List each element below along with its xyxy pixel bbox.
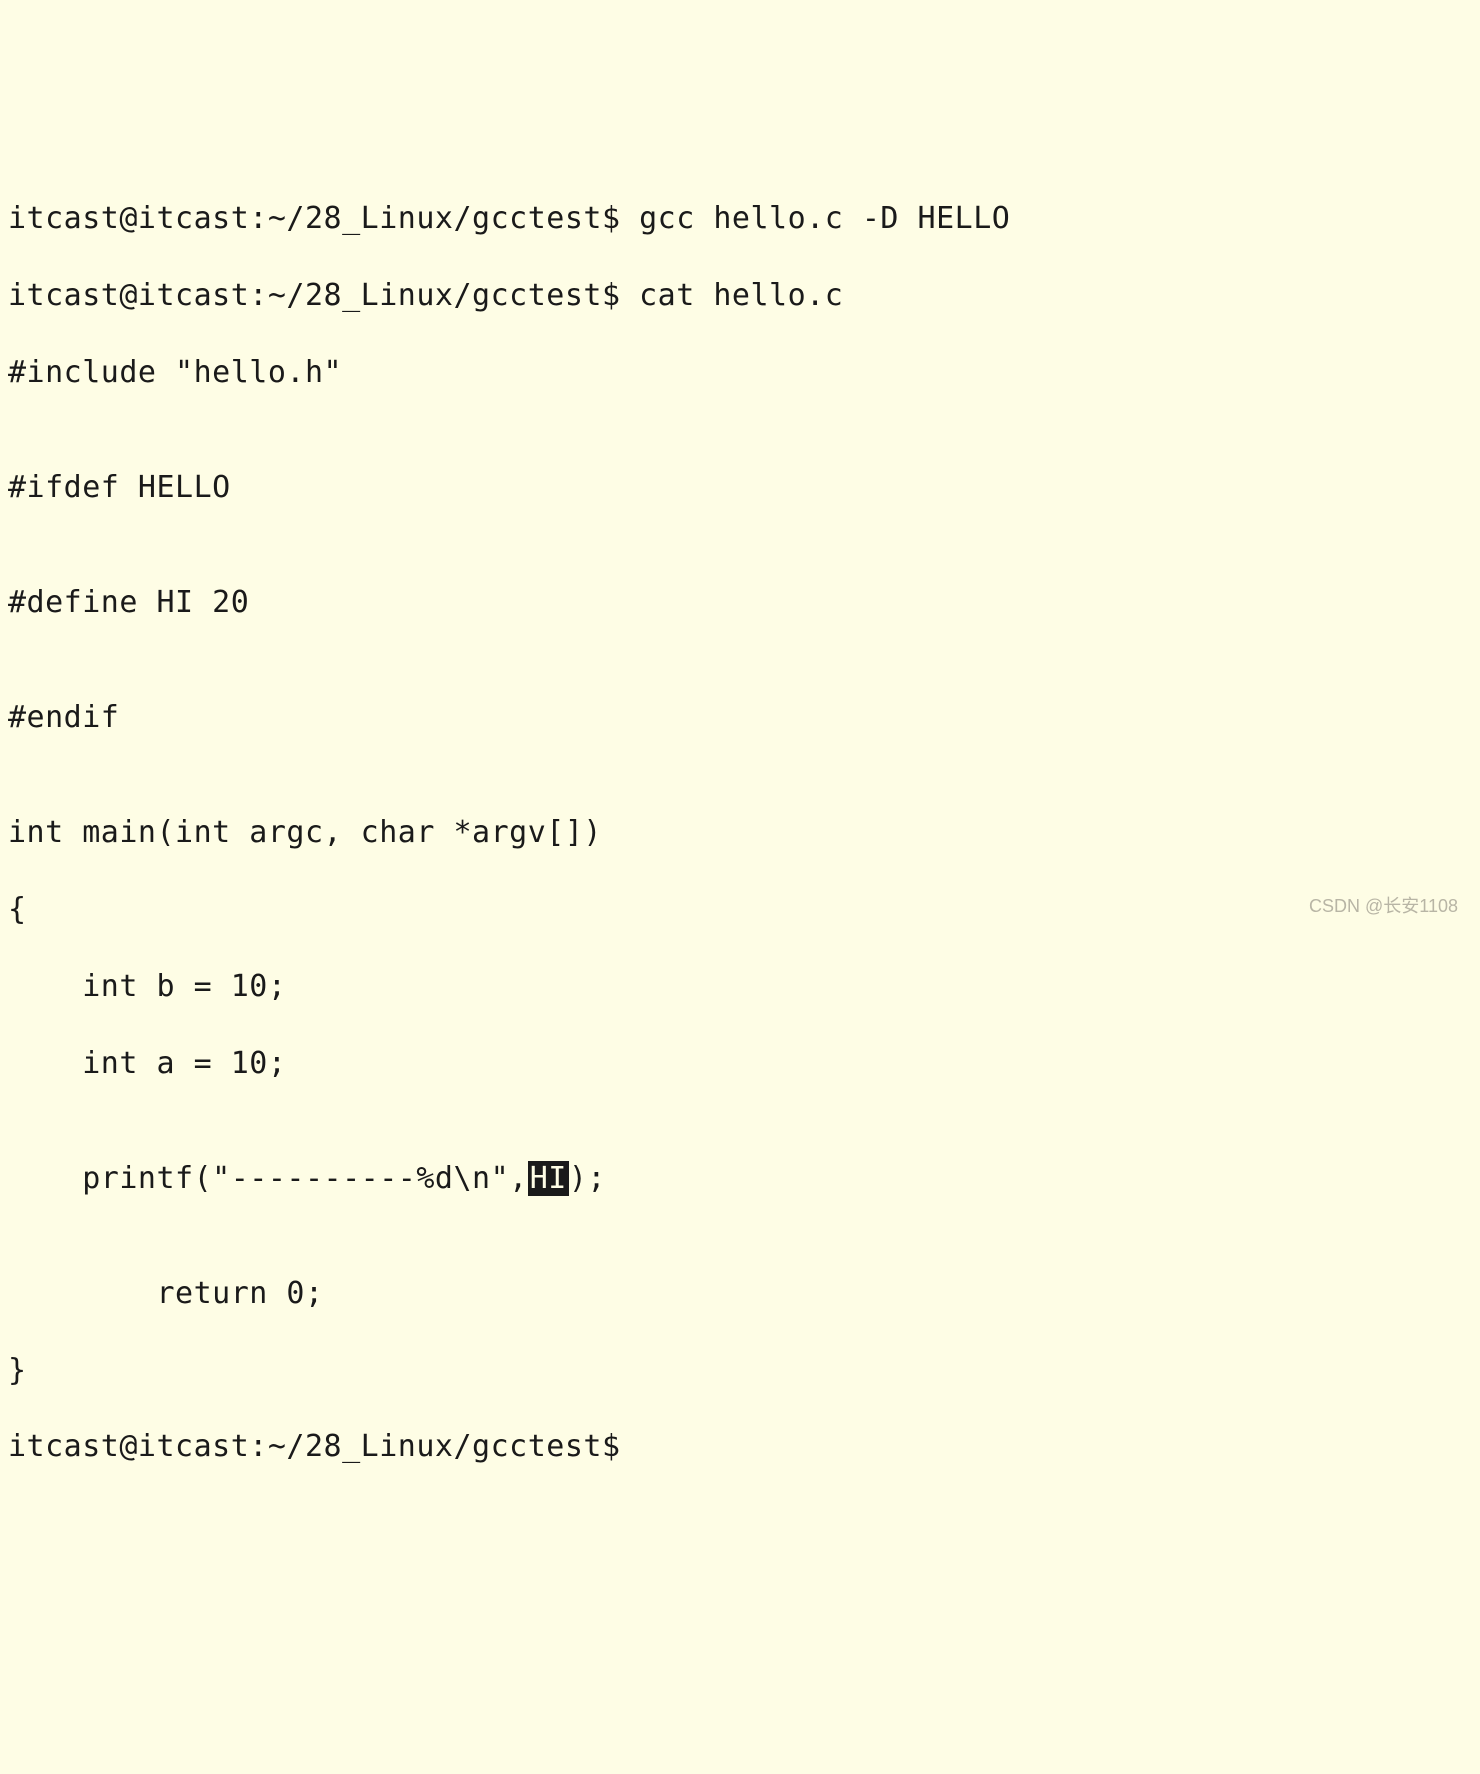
source-line: { — [8, 891, 1472, 929]
source-line: int a = 10; — [8, 1045, 1472, 1083]
source-line: int b = 10; — [8, 968, 1472, 1006]
prompt: itcast@itcast:~/28_Linux/gcctest$ — [8, 1429, 621, 1464]
prompt-line-2: itcast@itcast:~/28_Linux/gcctest$ cat he… — [8, 277, 1472, 315]
source-line: return 0; — [8, 1275, 1472, 1313]
source-line: #define HI 20 — [8, 584, 1472, 622]
prompt-line-3[interactable]: itcast@itcast:~/28_Linux/gcctest$ — [8, 1428, 1472, 1466]
source-line: } — [8, 1352, 1472, 1390]
prompt: itcast@itcast:~/28_Linux/gcctest$ — [8, 278, 621, 313]
source-line: #include "hello.h" — [8, 354, 1472, 392]
command-2: cat hello.c — [639, 278, 843, 313]
printf-prefix: printf("----------%d\n", — [8, 1161, 528, 1196]
terminal-output: itcast@itcast:~/28_Linux/gcctest$ gcc he… — [8, 162, 1472, 1506]
source-line: #ifdef HELLO — [8, 469, 1472, 507]
source-line-printf: printf("----------%d\n",HI); — [8, 1160, 1472, 1198]
printf-suffix: ); — [569, 1161, 606, 1196]
source-line: int main(int argc, char *argv[]) — [8, 814, 1472, 852]
highlighted-text: HI — [528, 1161, 569, 1196]
prompt: itcast@itcast:~/28_Linux/gcctest$ — [8, 201, 621, 236]
watermark: CSDN @长安1108 — [1309, 895, 1458, 918]
source-line: #endif — [8, 699, 1472, 737]
prompt-line-1: itcast@itcast:~/28_Linux/gcctest$ gcc he… — [8, 200, 1472, 238]
command-1: gcc hello.c -D HELLO — [639, 201, 1010, 236]
